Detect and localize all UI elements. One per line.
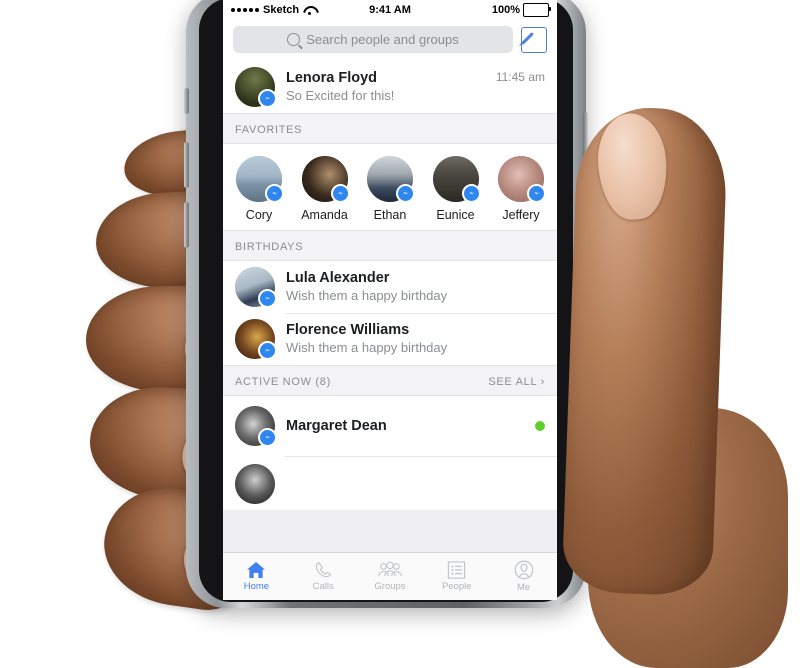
conversation-time: 11:45 am (495, 70, 545, 84)
active-now-row-partial[interactable] (223, 456, 557, 510)
signal-strength-icon (231, 8, 259, 12)
active-now-name: Margaret Dean (286, 417, 387, 434)
phone-screen: Sketch 9:41 AM 100% Search people and gr… (223, 0, 557, 600)
tab-label: Home (243, 581, 270, 592)
avatar[interactable] (235, 319, 277, 360)
tab-people[interactable]: People (423, 561, 490, 592)
favorite-item[interactable]: Ethan (360, 156, 420, 222)
battery-percent-label: 100% (491, 4, 520, 16)
avatar-photo (235, 464, 275, 504)
search-placeholder: Search people and groups (306, 32, 459, 47)
section-header-birthdays: BIRTHDAYS (223, 230, 557, 261)
tab-groups[interactable]: Groups (357, 561, 424, 592)
tab-calls[interactable]: Calls (290, 561, 357, 592)
tab-label: Me (516, 582, 531, 593)
favorite-item[interactable]: Amanda (295, 156, 355, 222)
birthday-subtitle: Wish them a happy birthday (286, 287, 448, 303)
tab-me[interactable]: Me (490, 560, 557, 593)
scene: Sketch 9:41 AM 100% Search people and gr… (0, 0, 800, 668)
section-title: BIRTHDAYS (235, 241, 304, 253)
power-button[interactable] (583, 112, 588, 170)
conversation-preview: So Excited for this! (286, 87, 395, 103)
content-scroll-area[interactable]: Lenora Floyd So Excited for this! 11:45 … (223, 61, 557, 591)
messenger-badge-icon (265, 184, 284, 203)
status-bar-left: Sketch (231, 4, 369, 16)
messenger-badge-icon (258, 341, 277, 360)
person-icon (514, 560, 533, 580)
birthday-text: Florence Williams Wish them a happy birt… (286, 321, 545, 356)
online-status-dot (535, 421, 545, 431)
pencil-glyph (521, 31, 534, 45)
conversation-name: Lenora Floyd (286, 70, 378, 87)
active-now-row[interactable]: Margaret Dean (223, 396, 557, 456)
mute-switch[interactable] (184, 88, 189, 114)
birthday-name: Florence Williams (286, 322, 410, 339)
messenger-badge-icon (527, 184, 546, 203)
groups-icon (378, 561, 402, 577)
section-title: FAVORITES (235, 124, 303, 136)
palm (588, 408, 788, 668)
favorites-strip[interactable]: Cory Amanda Ethan Eunice Jeffery (223, 144, 557, 230)
conversation-text: Lenora Floyd So Excited for this! (286, 69, 485, 104)
carrier-label: Sketch (263, 4, 300, 16)
wifi-icon (303, 6, 315, 15)
birthday-subtitle: Wish them a happy birthday (286, 339, 448, 355)
search-input[interactable]: Search people and groups (233, 26, 513, 53)
status-bar-clock: 9:41 AM (369, 4, 411, 16)
search-icon (287, 33, 301, 46)
favorite-item[interactable]: Jeffery (491, 156, 551, 222)
section-title: ACTIVE NOW (8) (235, 376, 331, 388)
avatar[interactable] (235, 406, 277, 447)
messenger-badge-icon (461, 184, 481, 203)
avatar[interactable] (235, 267, 277, 308)
conversation-row[interactable]: Lenora Floyd So Excited for this! 11:45 … (223, 61, 557, 113)
phone-device: Sketch 9:41 AM 100% Search people and gr… (184, 0, 588, 608)
avatar[interactable] (235, 67, 277, 108)
messenger-badge-icon (330, 184, 350, 203)
search-bar: Search people and groups (223, 20, 557, 61)
list-icon (448, 561, 466, 579)
favorite-name: Amanda (301, 208, 348, 222)
favorite-name: Jeffery (502, 208, 540, 222)
volume-up-button[interactable] (184, 142, 189, 188)
status-bar-right: 100% (411, 3, 551, 17)
favorite-item[interactable]: Cory (229, 156, 289, 222)
avatar[interactable] (432, 156, 481, 203)
right-hand (560, 105, 790, 668)
compose-icon[interactable] (521, 26, 547, 53)
avatar[interactable] (236, 156, 284, 203)
birthday-row[interactable]: Lula Alexander Wish them a happy birthda… (223, 261, 557, 313)
messenger-badge-icon (258, 289, 277, 308)
avatar[interactable] (498, 156, 546, 203)
birthday-text: Lula Alexander Wish them a happy birthda… (286, 269, 545, 304)
favorite-name: Cory (245, 208, 273, 222)
home-icon (247, 562, 266, 578)
tab-label: People (441, 581, 472, 592)
avatar[interactable] (235, 464, 275, 504)
section-header-favorites: FAVORITES (223, 113, 557, 144)
tab-label: Calls (312, 581, 334, 592)
birthday-row[interactable]: Florence Williams Wish them a happy birt… (223, 313, 557, 365)
messenger-badge-icon (396, 184, 415, 203)
thumb (561, 105, 729, 597)
volume-down-button[interactable] (184, 202, 189, 248)
see-all-link[interactable]: SEE ALL › (488, 376, 545, 388)
messenger-badge-icon (258, 428, 277, 447)
tab-home[interactable]: Home (223, 561, 290, 592)
favorite-item[interactable]: Eunice (426, 156, 486, 222)
tab-bar: Home Calls Groups People Me (223, 552, 557, 600)
tab-label: Groups (374, 581, 406, 592)
avatar[interactable] (367, 156, 415, 203)
section-header-active-now: ACTIVE NOW (8) SEE ALL › (223, 365, 557, 396)
birthday-name: Lula Alexander (286, 270, 390, 287)
thumbnail (594, 111, 671, 222)
battery-icon (523, 3, 551, 17)
avatar[interactable] (301, 156, 350, 203)
messenger-badge-icon (258, 89, 277, 108)
phone-icon (316, 562, 332, 578)
favorite-name: Eunice (436, 208, 475, 222)
favorite-name: Ethan (373, 208, 407, 222)
status-bar: Sketch 9:41 AM 100% (223, 0, 557, 20)
active-now-text: Margaret Dean (286, 417, 524, 435)
